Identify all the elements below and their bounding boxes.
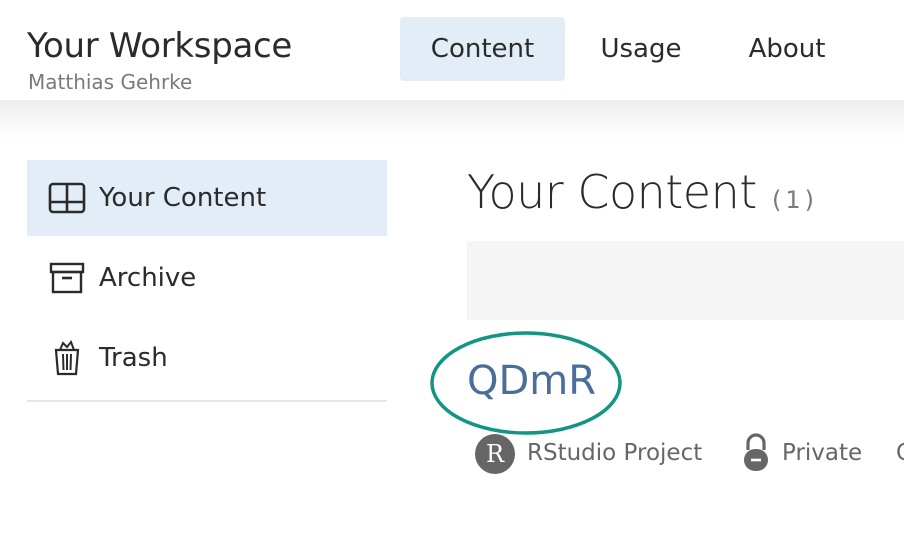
sidebar-item-label: Your Content (99, 183, 267, 213)
truncated-meta-label: C (896, 440, 904, 466)
header-shadow (0, 100, 904, 140)
tab-content[interactable]: Content (400, 17, 565, 81)
grid-window-icon (48, 179, 86, 217)
page-title: Your Content (467, 165, 757, 219)
lock-icon (744, 433, 768, 471)
sidebar-item-trash[interactable]: Trash (27, 320, 387, 396)
sidebar-item-label: Trash (99, 343, 168, 373)
content-type-label: RStudio Project (527, 440, 703, 466)
content-count: (1) (772, 186, 818, 214)
sidebar-item-your-content[interactable]: Your Content (27, 160, 387, 236)
filter-bar (467, 241, 904, 320)
access-level-label: Private (782, 440, 863, 466)
content-item-title[interactable]: QDmR (467, 358, 596, 404)
sidebar: Your Content Archive Trash (27, 160, 387, 402)
trash-can-icon (48, 339, 86, 377)
app-header: Your Workspace Matthias Gehrke Content U… (0, 0, 904, 100)
tab-usage[interactable]: Usage (580, 17, 702, 81)
rstudio-project-icon: R (475, 434, 515, 474)
workspace-title: Your Workspace (27, 26, 293, 66)
sidebar-divider (27, 400, 387, 402)
sidebar-item-archive[interactable]: Archive (27, 240, 387, 316)
archive-box-icon (48, 259, 86, 297)
workspace-user-name: Matthias Gehrke (28, 70, 193, 94)
sidebar-item-label: Archive (99, 263, 197, 293)
tab-about[interactable]: About (722, 17, 852, 81)
